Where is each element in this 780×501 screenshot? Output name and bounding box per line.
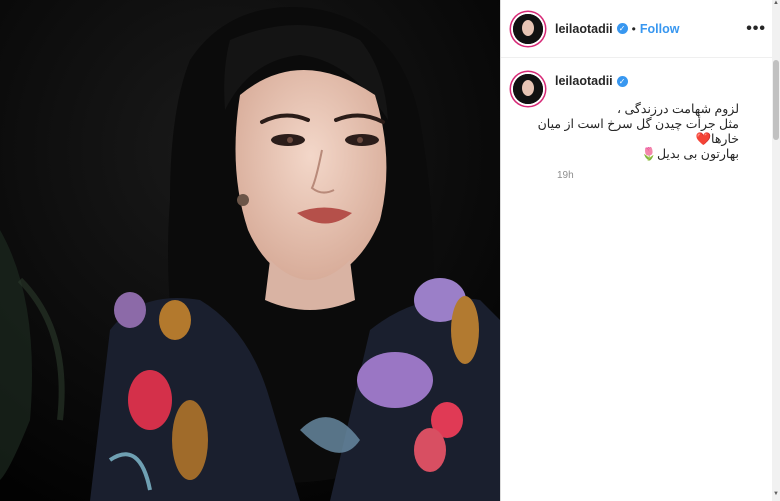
verified-icon: ✓	[616, 75, 628, 87]
caption-line: مثل جرأت چیدن گل سرخ است از میان	[537, 117, 739, 131]
more-options-icon[interactable]: •••	[746, 20, 766, 38]
separator-dot: •	[631, 21, 636, 36]
post-username[interactable]: leilaotadii	[555, 22, 613, 36]
avatar-image	[513, 74, 543, 104]
avatar[interactable]	[513, 13, 543, 44]
caption-line: بهارتون بی بدیل🌷	[641, 147, 739, 161]
post-header: leilaotadii ✓ • Follow •••	[501, 0, 780, 58]
caption-text: لزوم شهامت درزندگی ، مثل جرأت چیدن گل سر…	[521, 102, 739, 162]
post-image[interactable]	[0, 0, 500, 501]
comment-avatar[interactable]	[513, 74, 543, 104]
scroll-thumb[interactable]	[773, 60, 779, 140]
comment-username[interactable]: leilaotadii	[555, 74, 613, 88]
post-details-panel: leilaotadii ✓ • Follow ••• leilaotadii ✓…	[500, 0, 780, 501]
scrollbar[interactable]: ▲ ▼	[772, 0, 780, 501]
scroll-up-icon[interactable]: ▲	[772, 0, 780, 10]
post-timestamp[interactable]: 19h	[557, 170, 780, 181]
avatar-image	[513, 13, 543, 44]
follow-button[interactable]: Follow	[640, 22, 680, 36]
caption-comment: leilaotadii ✓	[501, 58, 780, 104]
caption-line: خارها❤️	[695, 132, 739, 146]
portrait-illustration	[0, 0, 500, 501]
verified-icon: ✓	[616, 23, 628, 34]
caption-line: لزوم شهامت درزندگی ،	[617, 102, 739, 116]
scroll-down-icon[interactable]: ▼	[772, 491, 780, 501]
